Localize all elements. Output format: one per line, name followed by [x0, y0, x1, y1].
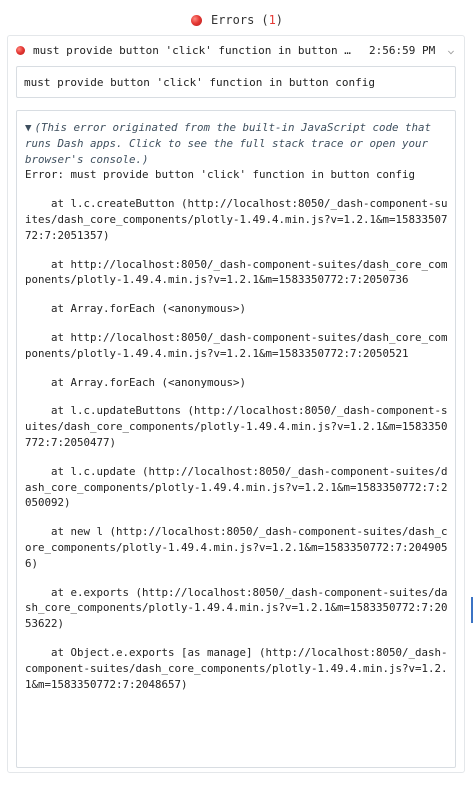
stack-frame: at Array.forEach (<anonymous>) [51, 375, 247, 389]
error-item-timestamp: 2:56:59 PM [369, 43, 436, 57]
error-panel: must provide button 'click' function in … [7, 35, 465, 773]
error-dot-icon [190, 14, 202, 26]
stack-frame: at http://localhost:8050/_dash-component… [25, 330, 448, 360]
error-message: must provide button 'click' function in … [24, 75, 375, 89]
error-item-title: must provide button 'click' function in … [33, 43, 355, 57]
stack-frame: at l.c.createButton (http://localhost:80… [25, 197, 448, 242]
errors-count-open: ( [261, 13, 269, 27]
stack-trace-error-line: Error: must provide button 'click' funct… [25, 168, 416, 182]
stack-frame: at l.c.updateButtons (http://localhost:8… [25, 404, 448, 449]
stack-frame: at new l (http://localhost:8050/_dash-co… [25, 525, 448, 570]
stack-frame: at http://localhost:8050/_dash-component… [25, 257, 448, 287]
stack-trace-box: ▼ (This error originated from the built-i… [16, 110, 456, 768]
scrollbar-thumb[interactable] [471, 597, 473, 623]
error-item-header[interactable]: must provide button 'click' function in … [8, 39, 464, 61]
stack-frame: at Object.e.exports [as manage] (http://… [25, 645, 448, 691]
stack-trace-summary: (This error originated from the built-in… [25, 121, 432, 166]
errors-title: Errors [210, 13, 255, 27]
error-dot-icon [16, 45, 25, 55]
disclosure-triangle-icon: ▼ [25, 121, 32, 134]
stack-trace-toggle[interactable]: ▼ (This error originated from the built-i… [25, 120, 449, 167]
stack-frame: at l.c.update (http://localhost:8050/_da… [25, 464, 448, 510]
stack-frame: at e.exports (http://localhost:8050/_das… [25, 585, 448, 631]
error-message-box: must provide button 'click' function in … [16, 66, 456, 98]
stack-frames: at l.c.createButton (http://localhost:80… [25, 196, 449, 692]
errors-header: Errors ( 1 ) [0, 10, 474, 30]
errors-count: 1 [268, 13, 276, 27]
chevron-down-icon[interactable]: ⌄ [447, 45, 455, 56]
stack-frame: at Array.forEach (<anonymous>) [51, 302, 247, 316]
error-page: Errors ( 1 ) must provide button 'click'… [0, 0, 474, 788]
errors-count-close: ) [275, 13, 284, 27]
